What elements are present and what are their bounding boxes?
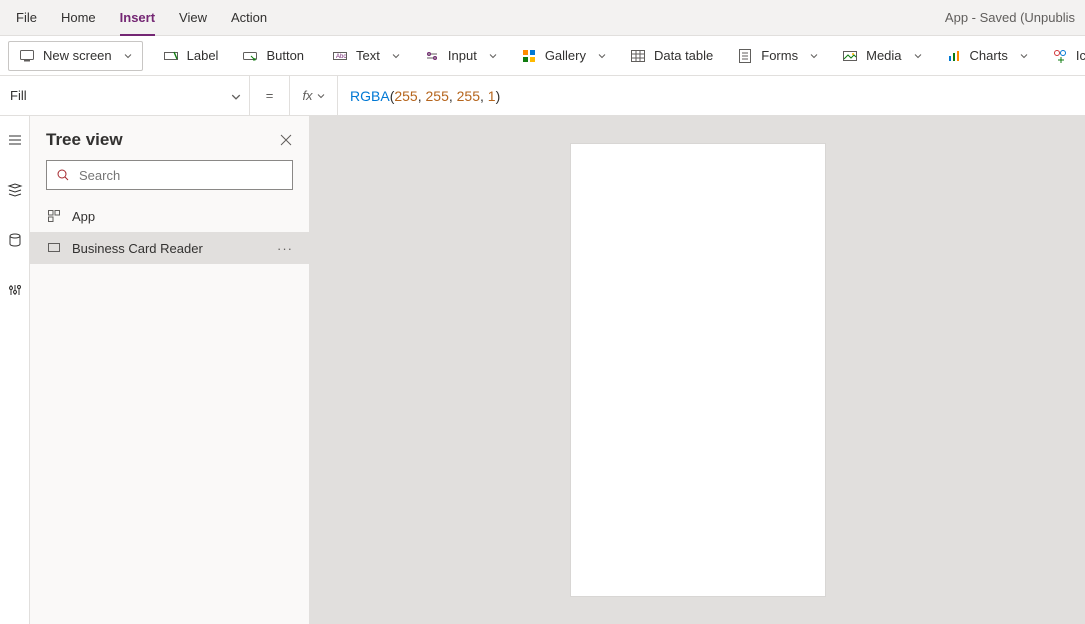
search-box[interactable] (46, 160, 293, 190)
menu-bar: File Home Insert View Action App - Saved… (0, 0, 1085, 36)
menu-home[interactable]: Home (49, 0, 108, 36)
main-area: Tree view App (0, 116, 1085, 624)
fx-label: fx (302, 88, 312, 103)
formula-arg: 1 (488, 88, 496, 104)
search-icon (55, 167, 71, 183)
equals-sign: = (250, 76, 290, 115)
chevron-down-icon (914, 52, 922, 60)
search-wrap (30, 160, 309, 200)
label-text: Label (187, 48, 219, 63)
app-canvas[interactable] (571, 144, 825, 596)
tree-item-label: Business Card Reader (72, 241, 203, 256)
formula-arg: 255 (394, 88, 417, 104)
screen-outline-icon (46, 240, 62, 256)
tree-header: Tree view (30, 116, 309, 160)
rail-settings-icon[interactable] (0, 276, 30, 304)
screen-icon (19, 48, 35, 64)
rail-tree-view-icon[interactable] (0, 176, 30, 204)
text-label: Text (356, 48, 380, 63)
icons-button[interactable]: Icons (1040, 36, 1085, 76)
media-icon (842, 48, 858, 64)
menu-insert[interactable]: Insert (108, 0, 167, 36)
forms-label: Forms (761, 48, 798, 63)
data-table-label: Data table (654, 48, 713, 63)
menu-view[interactable]: View (167, 0, 219, 36)
text-icon: Abc (332, 48, 348, 64)
new-screen-button[interactable]: New screen (8, 41, 143, 71)
formula-fn: RGBA (350, 88, 390, 104)
tree-title: Tree view (46, 130, 123, 150)
tree-list: App Business Card Reader ··· (30, 200, 309, 624)
save-status: App - Saved (Unpublis (945, 10, 1081, 25)
formula-bar: Fill = fx RGBA(255, 255, 255, 1) (0, 76, 1085, 116)
label-button[interactable]: Label (151, 36, 231, 76)
chevron-down-icon (231, 92, 239, 100)
search-input[interactable] (79, 168, 284, 183)
icons-icon (1052, 48, 1068, 64)
close-icon[interactable] (279, 133, 293, 147)
menu-action[interactable]: Action (219, 0, 279, 36)
forms-button[interactable]: Forms (725, 36, 830, 76)
property-name: Fill (10, 88, 27, 103)
canvas-area[interactable] (310, 116, 1085, 624)
charts-button[interactable]: Charts (934, 36, 1040, 76)
more-icon[interactable]: ··· (277, 241, 293, 256)
chevron-down-icon (392, 52, 400, 60)
button-icon (242, 48, 258, 64)
chevron-down-icon (598, 52, 606, 60)
rail-data-icon[interactable] (0, 226, 30, 254)
chevron-down-icon (124, 52, 132, 60)
app-icon (46, 208, 62, 224)
chevron-down-icon (1020, 52, 1028, 60)
gallery-label: Gallery (545, 48, 586, 63)
gallery-icon (521, 48, 537, 64)
data-table-button[interactable]: Data table (618, 36, 725, 76)
rail-hamburger[interactable] (0, 126, 30, 154)
menu-file[interactable]: File (4, 0, 49, 36)
gallery-button[interactable]: Gallery (509, 36, 618, 76)
icons-label: Icons (1076, 48, 1085, 63)
table-icon (630, 48, 646, 64)
chevron-down-icon (489, 52, 497, 60)
svg-text:Abc: Abc (336, 54, 346, 60)
tree-view-panel: Tree view App (30, 116, 310, 624)
button-text: Button (266, 48, 304, 63)
input-label: Input (448, 48, 477, 63)
new-screen-label: New screen (43, 48, 112, 63)
ribbon: New screen Label Button Abc Text Input G (0, 36, 1085, 76)
input-button[interactable]: Input (412, 36, 509, 76)
forms-icon (737, 48, 753, 64)
left-rail (0, 116, 30, 624)
label-icon (163, 48, 179, 64)
text-button[interactable]: Abc Text (320, 36, 412, 76)
media-label: Media (866, 48, 901, 63)
charts-icon (946, 48, 962, 64)
button-button[interactable]: Button (230, 36, 316, 76)
charts-label: Charts (970, 48, 1008, 63)
input-icon (424, 48, 440, 64)
media-button[interactable]: Media (830, 36, 933, 76)
tree-item-screen[interactable]: Business Card Reader ··· (30, 232, 309, 264)
chevron-down-icon (317, 92, 325, 100)
formula-input[interactable]: RGBA(255, 255, 255, 1) (338, 76, 1085, 115)
formula-arg: 255 (457, 88, 480, 104)
chevron-down-icon (810, 52, 818, 60)
property-selector[interactable]: Fill (0, 76, 250, 115)
fx-button[interactable]: fx (290, 76, 338, 115)
tree-item-app[interactable]: App (30, 200, 309, 232)
formula-arg: 255 (426, 88, 449, 104)
tree-item-label: App (72, 209, 95, 224)
